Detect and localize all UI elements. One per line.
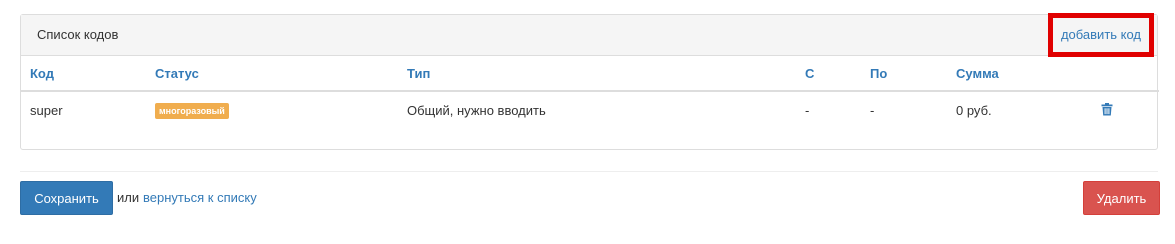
cell-code: super (30, 103, 63, 118)
cell-actions (1084, 91, 1159, 129)
table-header-row: Код Статус Тип С По Сумма (21, 56, 1159, 92)
column-header-actions (1084, 56, 1159, 92)
codes-panel: Список кодов добавить код Код Статус Тип (20, 13, 1159, 150)
page: Список кодов добавить код Код Статус Тип (0, 0, 1175, 244)
cell-status: многоразовый (146, 91, 398, 129)
save-button[interactable]: Сохранить (20, 181, 113, 215)
status-badge: многоразовый (155, 103, 229, 119)
cell-from: - (805, 103, 810, 118)
panel-title: Список кодов (37, 27, 119, 42)
column-header-amount: Сумма (947, 56, 1084, 92)
table-row: super многоразовый Общий, нужно вводить … (21, 91, 1159, 129)
or-text: или (117, 190, 140, 205)
column-header-from: С (796, 56, 861, 92)
column-header-code: Код (21, 56, 146, 92)
add-code-highlight: добавить код (1048, 13, 1154, 57)
cell-amount: 0 руб. (956, 103, 992, 118)
panel-heading: Список кодов добавить код (21, 13, 1157, 57)
column-header-status: Статус (146, 56, 398, 92)
add-code-link[interactable]: добавить код (1061, 27, 1141, 42)
delete-button[interactable]: Удалить (1083, 181, 1160, 215)
trash-icon[interactable] (1101, 102, 1113, 116)
cell-type: Общий, нужно вводить (407, 103, 546, 118)
cell-to: - (870, 103, 875, 118)
codes-table: Код Статус Тип С По Сумма super многораз… (21, 56, 1159, 129)
column-header-to: По (861, 56, 947, 92)
footer-divider (20, 171, 1158, 172)
back-to-list-link[interactable]: вернуться к списку (143, 190, 257, 205)
column-header-type: Тип (398, 56, 796, 92)
